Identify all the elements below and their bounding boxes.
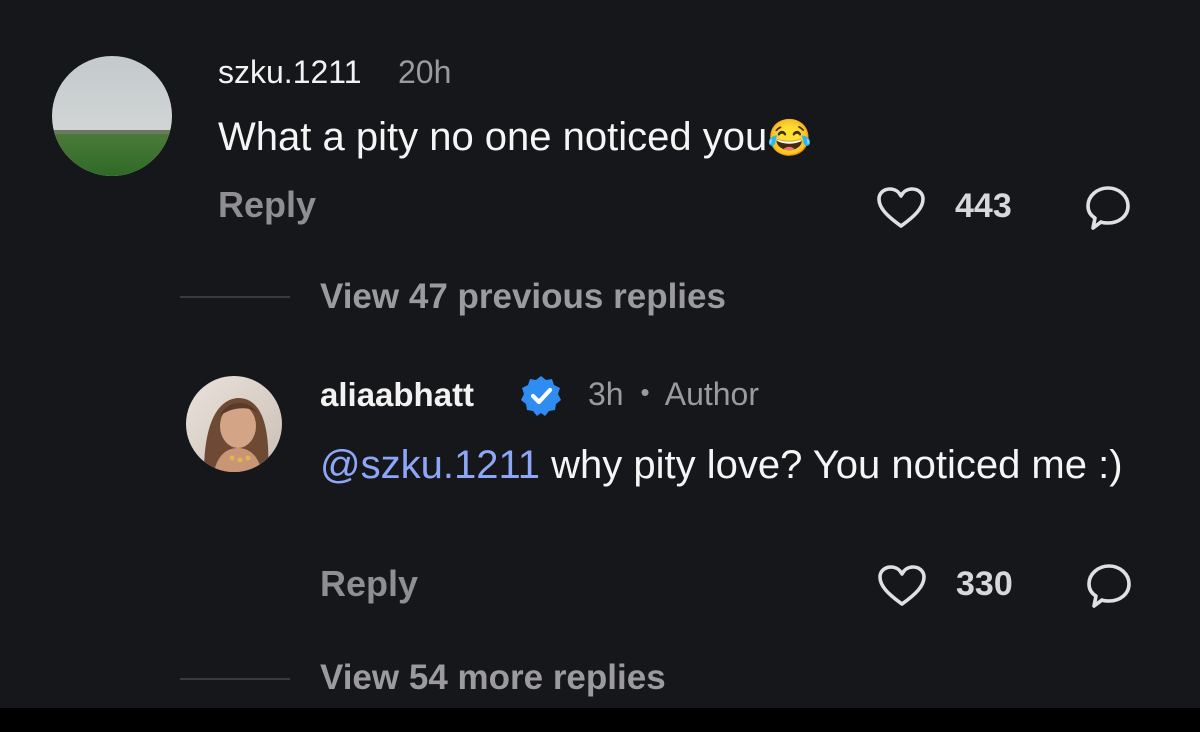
comment-timestamp: 3h • Author [588,376,759,413]
comment-username[interactable]: szku.1211 [218,54,362,91]
author-label: Author [664,376,759,412]
comment-timestamp: 20h [398,54,452,90]
comment-time: 3h [588,376,624,412]
reply-button[interactable]: Reply [320,563,418,605]
comment-icon[interactable] [1083,185,1133,231]
avatar[interactable] [52,56,172,176]
laughing-emoji: 😂 [767,117,813,158]
heart-icon[interactable] [877,565,927,607]
thread-divider [180,678,290,680]
comment-text: @szku.1211 why pity love? You noticed me… [320,442,1160,488]
comment-username[interactable]: aliaabhatt [320,376,474,414]
mention-link[interactable]: @szku.1211 [320,443,540,487]
like-count: 330 [956,565,1013,603]
thread-divider [180,296,290,298]
like-count: 443 [955,187,1012,225]
comment-text: What a pity no one noticed you😂 [218,114,812,161]
comment-icon[interactable] [1084,563,1134,609]
comment-text-body: why pity love? You noticed me :) [539,443,1123,487]
heart-icon[interactable] [876,187,926,229]
avatar[interactable] [186,376,282,472]
verified-badge-icon [519,374,563,418]
reply-button[interactable]: Reply [218,184,316,226]
meta-separator: • [640,377,650,407]
view-more-replies-button[interactable]: View 54 more replies [320,658,666,698]
view-previous-replies-button[interactable]: View 47 previous replies [320,277,726,317]
comment-text-body: What a pity no one noticed you [218,115,768,159]
comment-thread: szku.1211 20h What a pity no one noticed… [0,0,1200,708]
